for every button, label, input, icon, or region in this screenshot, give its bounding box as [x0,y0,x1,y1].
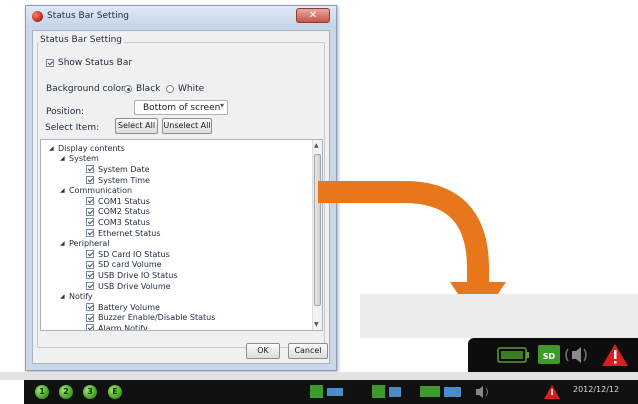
buzzer-icon [565,347,587,363]
arrow-shaft [318,181,489,282]
alarm-small-icon [544,385,560,399]
screen-divider [0,372,638,380]
usb-drive-io-icon [372,385,401,398]
status-bar-zoomed-icons: SD [497,344,628,366]
status-bar-bottom-icons [310,385,560,399]
buzzer-small-icon [476,386,488,398]
alarm-icon [602,344,628,366]
status-bar-bottom: 1 2 3 E 2012/12/12 [24,380,638,404]
status-bar-zoomed: SD [468,338,638,372]
battery-icon [497,347,529,363]
usb-drive-volume-icon [420,386,461,397]
screen-preview-background [360,294,638,338]
system-date-text: 2012/12/12 [573,385,620,394]
sd-card-io-icon [310,385,343,398]
sd-label: SD [543,352,556,361]
